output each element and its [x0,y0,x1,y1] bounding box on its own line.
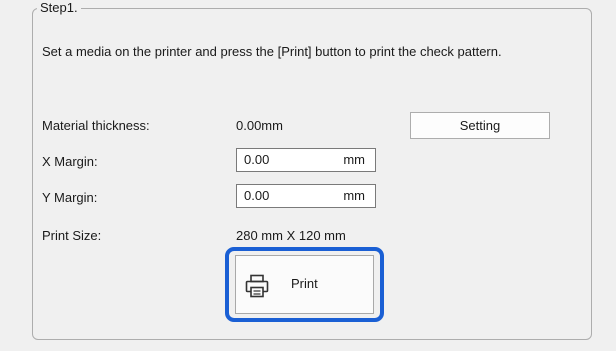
y-margin-label: Y Margin: [42,190,98,205]
step1-title: Step1. [37,0,81,16]
x-margin-unit: mm [343,152,365,167]
printer-icon [245,274,269,298]
y-margin-unit: mm [343,188,365,203]
print-button[interactable]: Print [235,255,374,314]
print-size-value: 280 mm X 120 mm [236,228,346,243]
print-button-label: Print [291,276,318,291]
material-thickness-label: Material thickness: [42,118,150,133]
y-margin-value: 0.00 [244,188,270,203]
y-margin-input[interactable]: 0.00 mm [236,184,376,208]
x-margin-input[interactable]: 0.00 mm [236,148,376,172]
instruction-text: Set a media on the printer and press the… [42,44,502,59]
x-margin-label: X Margin: [42,154,98,169]
print-size-label: Print Size: [42,228,102,243]
x-margin-value: 0.00 [244,152,270,167]
setting-button[interactable]: Setting [410,112,550,139]
material-thickness-value: 0.00mm [236,118,283,133]
